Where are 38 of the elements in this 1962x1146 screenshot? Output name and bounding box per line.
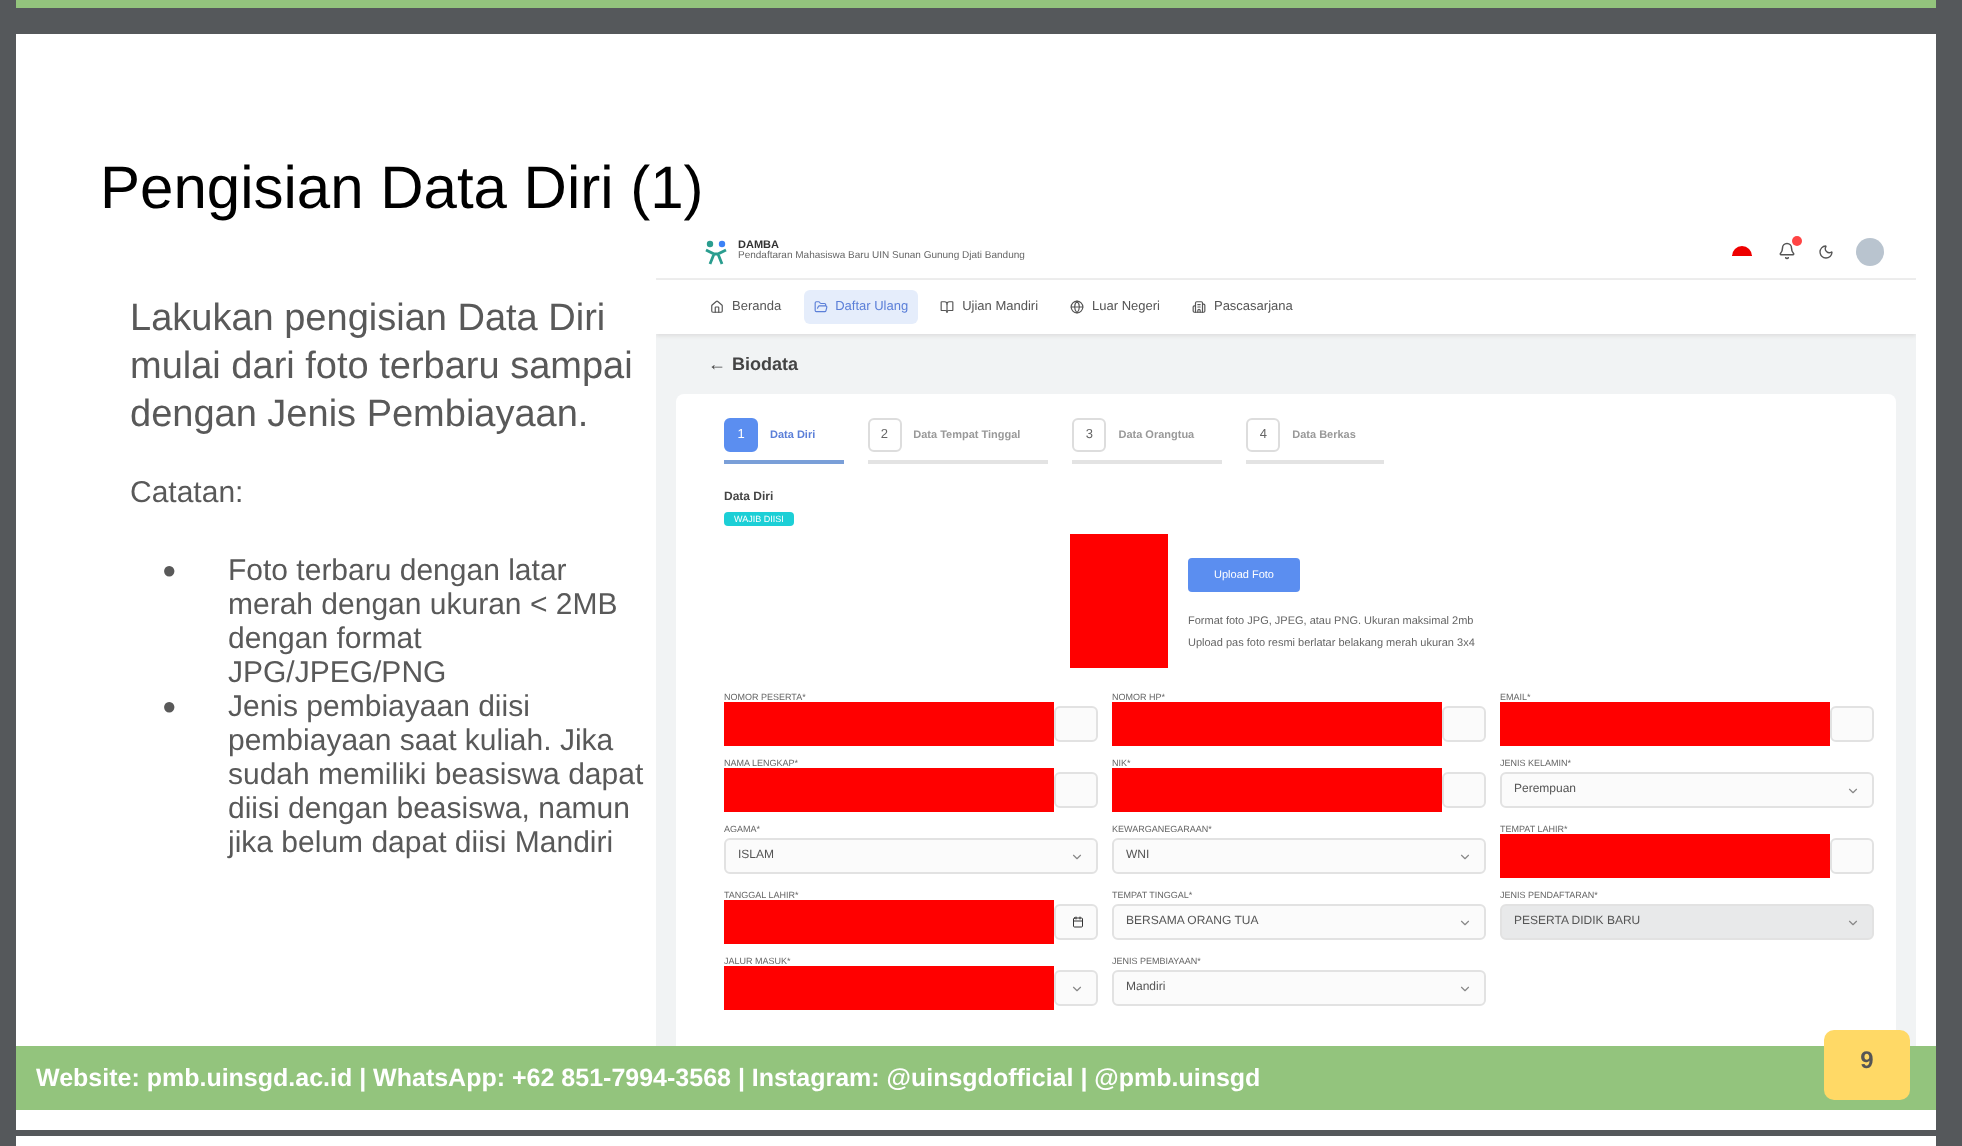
- moon-icon[interactable]: [1818, 243, 1834, 259]
- bullet-mark: ●: [160, 554, 179, 588]
- note-text: Jenis pembiayaan diisi pembiayaan saat kuliah. Jika sudah memiliki beasiswa dapat diisi dengan beasiswa, namun jika belum dapat diisi Mandiri: [228, 690, 644, 860]
- input-field[interactable]: [1442, 706, 1486, 742]
- bullet-mark: ●: [160, 690, 179, 724]
- chevron-icon: [1846, 915, 1860, 929]
- input-field[interactable]: [1442, 772, 1486, 808]
- intro-text: Lakukan pengisian Data Diri mulai dari foto terbaru sampai dengan Jenis Pembiayaan.: [130, 296, 635, 440]
- page-title: Biodata: [732, 354, 799, 374]
- chevron-icon: [1458, 915, 1472, 929]
- logo-icon: [704, 237, 728, 265]
- chevron-icon: [1458, 849, 1472, 863]
- chevron-icon: [1070, 981, 1084, 995]
- input-field[interactable]: [1054, 706, 1098, 742]
- home-icon: [710, 300, 724, 314]
- flag-icon[interactable]: [1732, 246, 1752, 256]
- input-field[interactable]: [1830, 706, 1874, 742]
- back-arrow[interactable]: ←: [708, 354, 726, 374]
- globe-icon: [1070, 300, 1085, 314]
- slide-title: Pengisian Data Diri (1): [98, 154, 706, 224]
- book-icon: [940, 300, 955, 314]
- folder-icon: [813, 300, 828, 314]
- chevron-icon: [1846, 783, 1860, 797]
- chevron-icon: [1070, 849, 1084, 863]
- select-field[interactable]: [1054, 970, 1098, 1006]
- building-icon: [1191, 300, 1206, 314]
- chevron-icon: [1458, 981, 1472, 995]
- page-number: 9: [1824, 1030, 1910, 1100]
- date-field[interactable]: [1054, 904, 1098, 940]
- footer-text: Website: pmb.uinsgd.ac.id | WhatsApp: +62 851-7994-3568 | Instagram: @uinsgdofficial | @pmb.uinsgd: [36, 1064, 1261, 1092]
- note-heading: Catatan:: [130, 476, 246, 510]
- notification-icon[interactable]: [1778, 242, 1796, 260]
- avatar[interactable]: [1856, 237, 1884, 265]
- input-field[interactable]: [1830, 838, 1874, 874]
- input-field[interactable]: [1054, 772, 1098, 808]
- redaction-block: [1070, 534, 1168, 668]
- calendar-icon: [1072, 916, 1084, 928]
- note-text: Foto terbaru dengan latar merah dengan ukuran < 2MB dengan format JPG/JPEG/PNG: [228, 554, 620, 690]
